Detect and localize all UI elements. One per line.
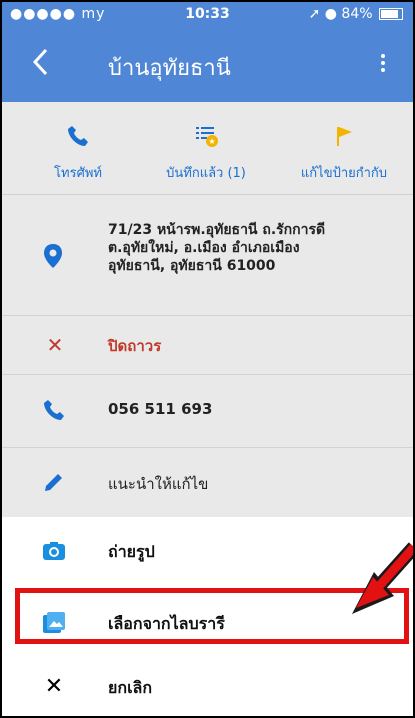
cancel-x-icon: ✕ (44, 674, 64, 699)
back-icon[interactable] (32, 48, 48, 82)
page-title: บ้านอุทัยธานี (108, 56, 231, 81)
phone-icon (42, 398, 68, 424)
battery-icon (379, 8, 403, 20)
suggest-edit-text: แนะนำให้แก้ไข (108, 475, 209, 493)
cancel-option[interactable]: ✕ ยกเลิก (2, 653, 413, 716)
phone-screen: ●●●●● my 10:33 ➚ ● 84% บ้านอุทัยธานี โทร… (0, 0, 415, 718)
take-photo-option[interactable]: ถ่ายรูป (2, 517, 413, 585)
take-photo-label: ถ่ายรูป (108, 542, 155, 561)
edit-label-label: แก้ไขป้ายกำกับ (300, 166, 388, 181)
svg-text:★: ★ (208, 137, 215, 146)
status-bar: ●●●●● my 10:33 ➚ ● 84% (2, 2, 413, 28)
more-menu-icon[interactable] (381, 54, 385, 75)
status-right: ➚ ● 84% (309, 6, 403, 22)
location-icon: ➚ (308, 6, 321, 22)
address-row[interactable]: 71/23 หน้ารพ.อุทัยธานี ถ.รักการดี ต.อุทั… (2, 195, 413, 316)
address-text: 71/23 หน้ารพ.อุทัยธานี ถ.รักการดี ต.อุทั… (108, 222, 326, 274)
annotation-highlight-box (15, 588, 409, 644)
closed-status-text: ปิดถาวร (108, 337, 162, 355)
pencil-icon (42, 470, 68, 496)
alarm-icon: ● (324, 6, 337, 22)
camera-icon (42, 539, 66, 563)
close-icon: ✕ (46, 333, 64, 357)
cancel-label: ยกเลิก (108, 678, 153, 697)
battery-percent: 84% (341, 6, 373, 22)
suggest-edit-row[interactable]: แนะนำให้แก้ไข (2, 448, 413, 517)
app-bar: บ้านอุทัยธานี (2, 28, 413, 102)
edit-label-action-button[interactable]: แก้ไขป้ายกำกับ (284, 102, 404, 194)
call-label: โทรศัพท์ (54, 166, 102, 181)
closed-status-row: ✕ ปิดถาวร (2, 316, 413, 375)
saved-action-button[interactable]: ★ บันทึกแล้ว (1) (150, 102, 262, 194)
saved-label: บันทึกแล้ว (1) (166, 166, 246, 181)
call-action-button[interactable]: โทรศัพท์ (32, 102, 124, 194)
flag-icon (284, 124, 404, 148)
phone-number: 056 511 693 (108, 400, 213, 418)
phone-icon (32, 124, 124, 148)
location-pin-icon (42, 243, 68, 269)
saved-list-icon: ★ (150, 124, 262, 148)
action-row: โทรศัพท์ ★ บันทึกแล้ว (1) แก้ไขป้ายกำกับ (2, 102, 413, 195)
phone-row[interactable]: 056 511 693 (2, 375, 413, 448)
